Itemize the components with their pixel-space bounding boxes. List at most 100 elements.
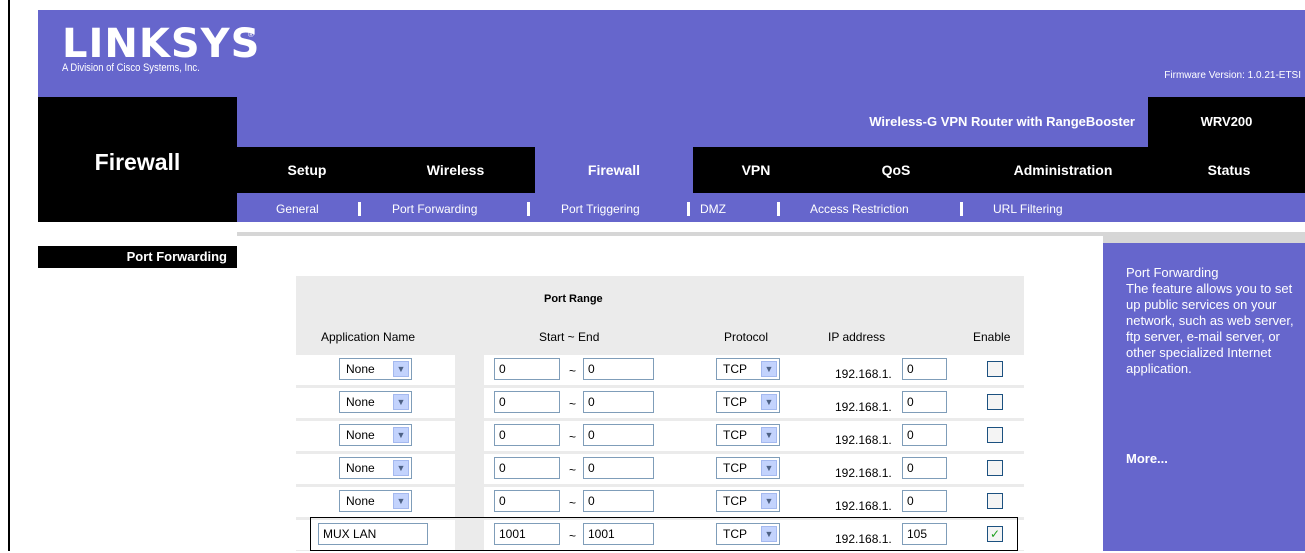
tab-qos[interactable]: QoS [819,147,973,193]
subtab-separator [960,202,963,216]
subtab-dmz[interactable]: DMZ [700,202,726,216]
enable-checkbox[interactable] [987,361,1003,377]
ip-prefix: 192.168.1. [835,400,892,414]
protocol-select[interactable]: TCP ▼ [716,490,780,512]
chevron-down-icon[interactable]: ▼ [761,394,777,410]
application-select[interactable]: None ▼ [339,358,412,380]
protocol-header: Protocol [724,330,769,344]
linksys-logo: LINKSYS ® A Division of Cisco Systems, I… [62,21,262,76]
protocol-select[interactable]: TCP ▼ [716,358,780,380]
chevron-down-icon[interactable]: ▼ [761,493,777,509]
help-more-link[interactable]: More... [1126,451,1168,466]
tab-status[interactable]: Status [1153,147,1305,193]
port-forwarding-table: Port Range Application Name Start ~ End … [296,276,1024,551]
chevron-down-icon[interactable]: ▼ [393,460,409,476]
tab-firewall[interactable]: Firewall [535,147,693,193]
help-panel: Port Forwarding The feature allows you t… [1103,243,1305,551]
page-edge-line [8,0,10,551]
subtab-port-forwarding[interactable]: Port Forwarding [392,202,477,216]
subtab-separator [527,202,530,216]
chevron-down-icon[interactable]: ▼ [761,427,777,443]
product-bar: Wireless-G VPN Router with RangeBooster … [237,97,1305,147]
ip-last-octet-input[interactable]: 0 [902,490,947,512]
end-port-input[interactable]: 0 [583,457,654,479]
enable-checkbox[interactable] [987,394,1003,410]
protocol-select[interactable]: TCP ▼ [716,391,780,413]
sub-tab-bar: General Port Forwarding Port Triggering … [237,193,1305,222]
ip-last-octet-input[interactable]: 0 [902,424,947,446]
application-name-header: Application Name [321,330,416,344]
chevron-down-icon[interactable]: ▼ [393,361,409,377]
protocol-select[interactable]: TCP ▼ [716,457,780,479]
chevron-down-icon[interactable]: ▼ [393,394,409,410]
protocol-select-value: TCP [723,461,747,475]
start-port-input[interactable]: 0 [494,391,560,413]
help-body: The feature allows you to set up public … [1126,281,1294,376]
chevron-down-icon[interactable]: ▼ [761,460,777,476]
application-select-value: None [346,395,375,409]
help-title: Port Forwarding [1126,265,1219,280]
protocol-select-value: TCP [723,362,747,376]
subtab-port-triggering[interactable]: Port Triggering [561,202,640,216]
ip-prefix: 192.168.1. [835,367,892,381]
subtab-url-filtering[interactable]: URL Filtering [993,202,1063,216]
end-port-input[interactable]: 0 [583,490,654,512]
help-panel-top-edge [1103,232,1305,243]
application-select-value: None [346,428,375,442]
logo-subtitle: A Division of Cisco Systems, Inc. [62,62,200,74]
start-port-input[interactable]: 0 [494,490,560,512]
left-menu: Port Forwarding [38,222,237,551]
table-row: None ▼ 0 ~ 0 TCP ▼ 192.168.1. 0 [296,388,1024,421]
range-tilde: ~ [569,496,577,510]
end-port-input[interactable]: 0 [583,358,654,380]
ip-prefix: 192.168.1. [835,499,892,513]
start-end-header: Start ~ End [539,330,600,344]
end-port-input[interactable]: 0 [583,391,654,413]
tab-vpn[interactable]: VPN [693,147,819,193]
ip-prefix: 192.168.1. [835,433,892,447]
header-bar: LINKSYS ® A Division of Cisco Systems, I… [38,10,1305,97]
protocol-select[interactable]: TCP ▼ [716,424,780,446]
ip-last-octet-input[interactable]: 0 [902,391,947,413]
port-range-header: Port Range [544,293,603,305]
content-top-shadow [237,232,1103,236]
chevron-down-icon[interactable]: ▼ [393,493,409,509]
product-name: Wireless-G VPN Router with RangeBooster [869,114,1135,129]
ip-last-octet-input[interactable]: 0 [902,358,947,380]
start-port-input[interactable]: 0 [494,457,560,479]
end-port-input[interactable]: 0 [583,424,654,446]
subtab-general[interactable]: General [276,202,319,216]
protocol-select-value: TCP [723,494,747,508]
tab-setup[interactable]: Setup [237,147,377,193]
application-select[interactable]: None ▼ [339,457,412,479]
left-menu-item-port-forwarding[interactable]: Port Forwarding [38,246,237,268]
enable-header: Enable [973,330,1011,344]
model-number: WRV200 [1148,97,1305,147]
application-select-value: None [346,461,375,475]
application-select-value: None [346,362,375,376]
registered-mark: ® [248,30,254,39]
start-port-input[interactable]: 0 [494,424,560,446]
ip-prefix: 192.168.1. [835,466,892,480]
row-highlight-box [310,517,1018,551]
tab-administration[interactable]: Administration [973,147,1153,193]
firmware-version: Firmware Version: 1.0.21-ETSI [1164,70,1301,81]
tab-wireless[interactable]: Wireless [377,147,534,193]
enable-checkbox[interactable] [987,460,1003,476]
application-select[interactable]: None ▼ [339,490,412,512]
application-select[interactable]: None ▼ [339,424,412,446]
chevron-down-icon[interactable]: ▼ [393,427,409,443]
subtab-separator [687,202,690,216]
section-title: Firewall [94,149,181,175]
logo-wordmark: LINKSYS [62,21,261,67]
ip-last-octet-input[interactable]: 0 [902,457,947,479]
table-row: None ▼ 0 ~ 0 TCP ▼ 192.168.1. 0 [296,421,1024,454]
enable-checkbox[interactable] [987,493,1003,509]
enable-checkbox[interactable] [987,427,1003,443]
application-select-value: None [346,494,375,508]
subtab-access-restriction[interactable]: Access Restriction [810,202,909,216]
application-select[interactable]: None ▼ [339,391,412,413]
chevron-down-icon[interactable]: ▼ [761,361,777,377]
section-title-block: Firewall [38,97,237,222]
start-port-input[interactable]: 0 [494,358,560,380]
